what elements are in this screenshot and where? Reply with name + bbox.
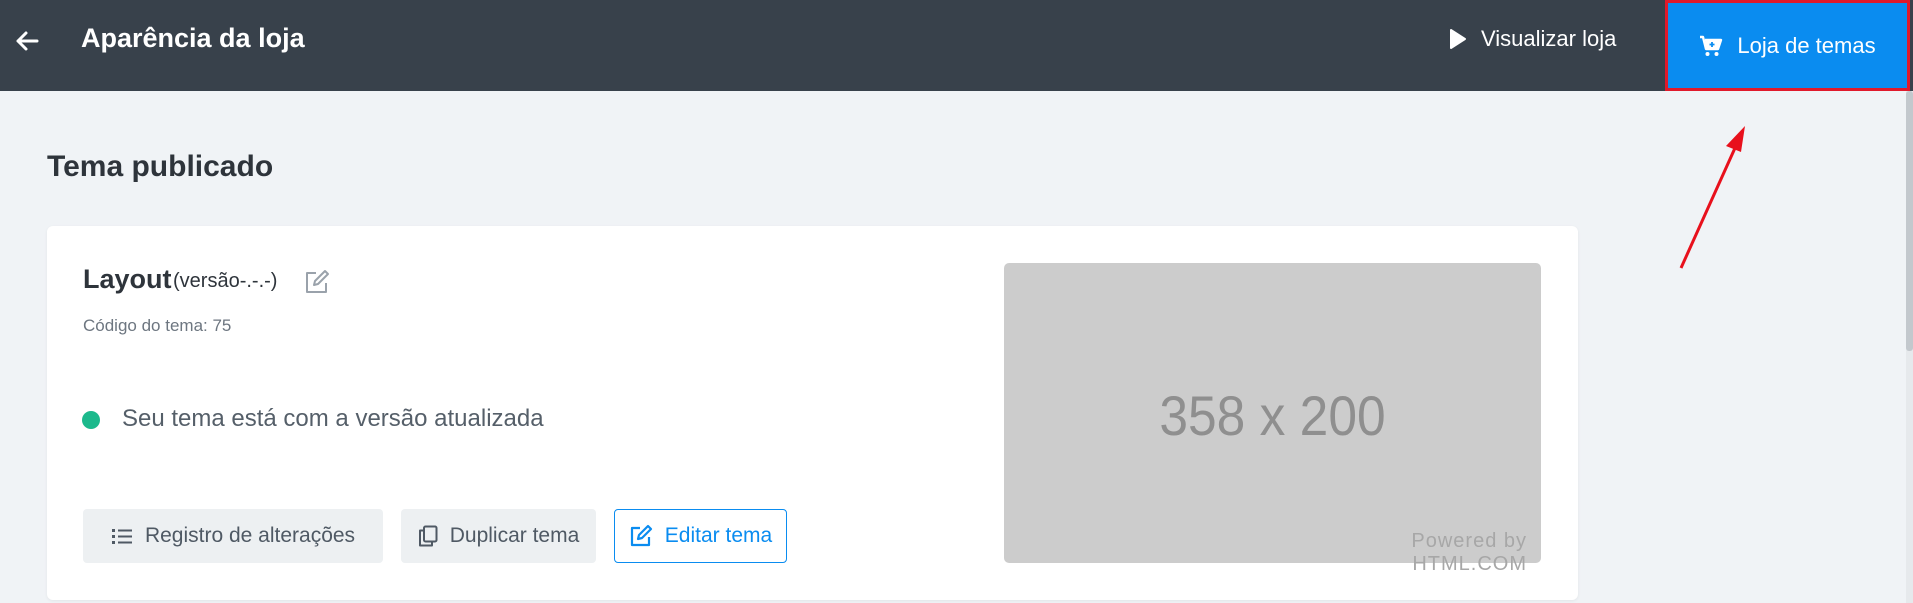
theme-store-button[interactable]: Loja de temas [1665, 0, 1910, 91]
changelog-button[interactable]: Registro de alterações [83, 509, 383, 563]
cart-icon [1700, 35, 1723, 56]
duplicate-theme-label: Duplicar tema [449, 524, 580, 547]
edit-theme-label: Editar tema [664, 524, 773, 547]
preview-store-button[interactable]: Visualizar loja [1449, 22, 1616, 56]
changelog-label: Registro de alterações [144, 524, 356, 547]
thumbnail-size-text: 358 x 200 [1159, 384, 1386, 447]
section-title: Tema publicado [47, 150, 274, 183]
theme-name: Layout [83, 264, 172, 294]
preview-store-label: Visualizar loja [1481, 26, 1617, 51]
back-button[interactable] [12, 26, 42, 56]
status-text: Seu tema está com a versão atualizada [122, 405, 544, 432]
edit-theme-button[interactable]: Editar tema [614, 509, 787, 563]
list-icon [111, 529, 132, 544]
duplicate-theme-button[interactable]: Duplicar tema [401, 509, 596, 563]
theme-store-label: Loja de temas [1737, 32, 1876, 58]
arrow-left-icon [16, 31, 39, 51]
page-title: Aparência da loja [81, 23, 305, 53]
play-icon [1450, 29, 1466, 49]
status-indicator [82, 411, 100, 429]
edit-theme-name-button[interactable] [303, 268, 331, 296]
thumbnail-powered-text: Powered by HTML.COM [1411, 530, 1527, 575]
copy-icon [418, 525, 438, 547]
theme-version: (versão-.-.-) [173, 270, 278, 292]
edit-icon [306, 270, 329, 293]
scrollbar-thumb[interactable] [1906, 91, 1913, 351]
edit-icon [630, 524, 652, 547]
theme-code: Código do tema: 75 [83, 316, 232, 335]
